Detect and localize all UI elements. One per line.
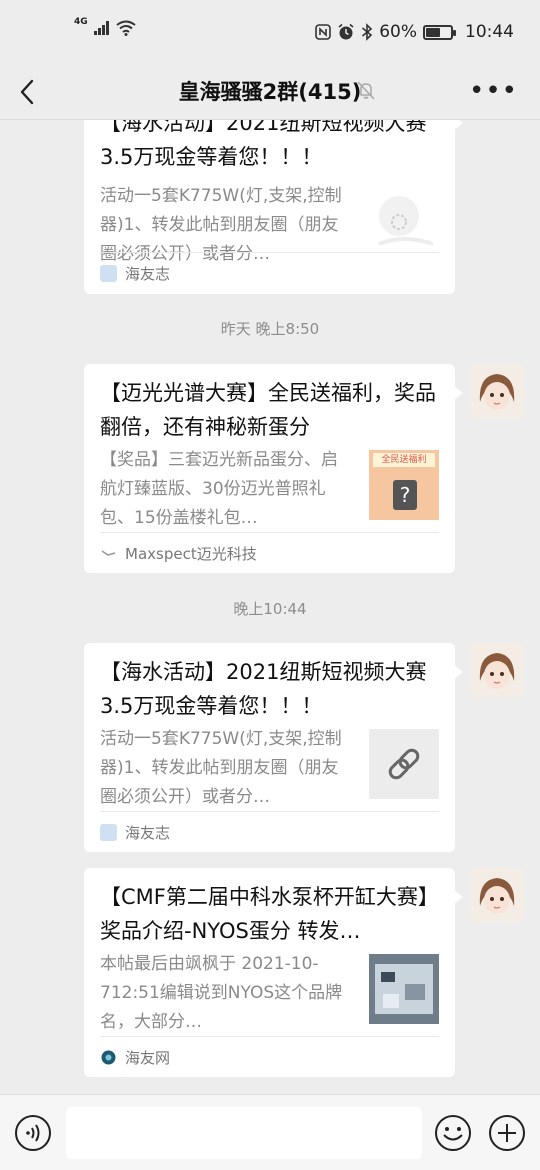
- message-timestamp: 晚上10:44: [233, 600, 307, 618]
- card-title: 【迈光光谱大赛】全民送福利，奖品翻倍，还有神秘新蛋分: [100, 381, 436, 439]
- article-card[interactable]: 【海水活动】2021纽斯短视频大赛 3.5万现金等着您！！！ 活动一5套K775…: [84, 643, 463, 853]
- article-card[interactable]: 【CMF第二届中科水泵杯开缸大赛】奖品介绍-NYOS蛋分 转发… 本帖最后由飒枫…: [84, 868, 463, 1078]
- avatar-girl-icon: [470, 868, 524, 922]
- input-bar: [0, 1094, 540, 1170]
- source-logo-icon: [100, 265, 117, 282]
- message-input[interactable]: [66, 1107, 422, 1159]
- network-status: 4G: [74, 17, 136, 36]
- avatar[interactable]: [470, 364, 524, 418]
- source-name: 海友网: [125, 1049, 171, 1067]
- card-source: Maxspect迈光科技: [100, 532, 439, 574]
- source-logo-icon: [100, 824, 117, 841]
- wifi-icon: [116, 20, 136, 36]
- source-name: 海友志: [125, 265, 171, 283]
- battery-level: [426, 27, 440, 37]
- more-options-icon[interactable]: •••: [469, 76, 518, 106]
- avatar-girl-icon: [470, 643, 524, 697]
- bluetooth-icon: [362, 23, 373, 41]
- nfc-icon: [315, 24, 332, 40]
- signal-icon: [93, 21, 109, 35]
- card-title: 【海水活动】2021纽斯短视频大赛 3.5万现金等着您！！！: [100, 120, 427, 169]
- card-source: 海友志: [100, 811, 439, 853]
- chat-title: 皇海骚骚2群(415): [178, 80, 362, 104]
- chat-header: 皇海骚骚2群(415) •••: [0, 64, 540, 120]
- alarm-icon: [338, 23, 354, 40]
- card-description: 本帖最后由飒枫于 2021-10-712:51编辑说到NYOS这个品牌名，大部分…: [100, 954, 343, 1032]
- thumbnail-caption: 全民送福利: [373, 453, 435, 467]
- source-logo-icon: [101, 550, 116, 556]
- clock: 10:44: [465, 22, 514, 42]
- source-name: 海友志: [125, 824, 171, 842]
- voice-input-icon[interactable]: [14, 1114, 52, 1152]
- source-name: Maxspect迈光科技: [125, 545, 257, 563]
- article-thumbnail: [369, 186, 439, 256]
- card-source: 海友志: [100, 252, 439, 294]
- card-description: 活动一5套K775W(灯,支架,控制器)1、转发此帖到朋友圈（朋友圈必须公开）或…: [100, 729, 342, 807]
- link-icon: [388, 748, 420, 780]
- article-card[interactable]: 【海水活动】2021纽斯短视频大赛 3.5万现金等着您！！！ 活动一5套K775…: [84, 120, 463, 294]
- system-status: 60% 10:44: [315, 22, 514, 42]
- avatar[interactable]: [470, 643, 524, 697]
- emoji-icon[interactable]: [434, 1114, 472, 1152]
- battery-icon: [423, 24, 456, 40]
- avatar[interactable]: [470, 868, 524, 922]
- card-title: 【CMF第二届中科水泵杯开缸大赛】奖品介绍-NYOS蛋分 转发…: [100, 885, 439, 943]
- card-title: 【海水活动】2021纽斯短视频大赛 3.5万现金等着您！！！: [100, 660, 427, 718]
- card-description: 【奖品】三套迈光新品蛋分、启航灯臻蓝版、30份迈光普照礼包、15份盖楼礼包…: [100, 450, 338, 528]
- thumbnail-question-box: ?: [393, 480, 417, 510]
- article-thumbnail: [369, 954, 439, 1024]
- article-thumbnail: [369, 729, 439, 799]
- source-logo-icon: [101, 1050, 116, 1065]
- network-type: 4G: [74, 17, 88, 27]
- message-timestamp: 昨天 晚上8:50: [220, 320, 320, 338]
- article-thumbnail: 全民送福利 ?: [369, 450, 439, 520]
- battery-percent: 60%: [379, 22, 417, 42]
- mute-bell-icon: [357, 81, 375, 100]
- chat-messages[interactable]: 【海水活动】2021纽斯短视频大赛 3.5万现金等着您！！！ 活动一5套K775…: [0, 120, 540, 1094]
- status-bar: 4G 60% 10:44: [0, 0, 540, 64]
- plus-icon[interactable]: [488, 1114, 526, 1152]
- card-source: 海友网: [100, 1036, 439, 1078]
- avatar-girl-icon: [470, 364, 524, 418]
- article-card[interactable]: 【迈光光谱大赛】全民送福利，奖品翻倍，还有神秘新蛋分 【奖品】三套迈光新品蛋分、…: [84, 364, 463, 574]
